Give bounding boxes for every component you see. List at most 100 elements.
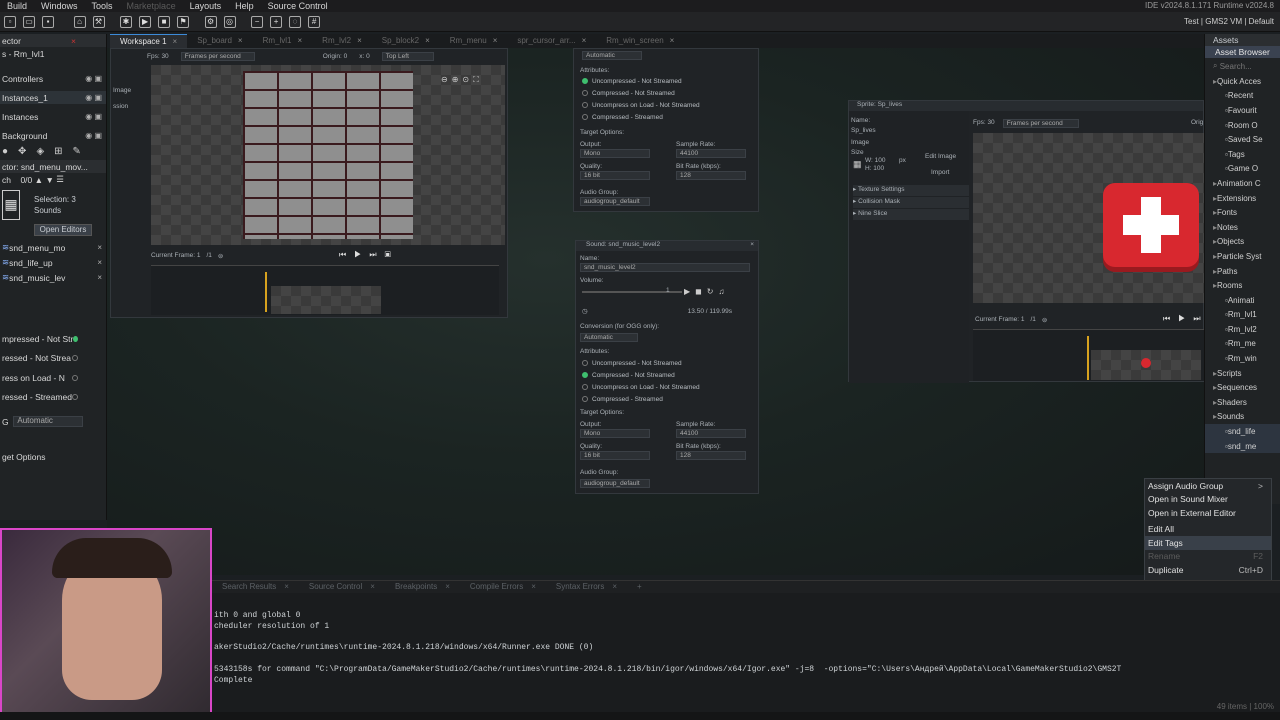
asset-tree-item[interactable]: ▸ Animation C: [1205, 176, 1280, 191]
audio-group-select[interactable]: audiogroup_default: [580, 197, 650, 206]
sample-rate-select[interactable]: 44100: [676, 429, 746, 438]
playhead[interactable]: [1087, 336, 1089, 380]
assets-tab[interactable]: Assets: [1205, 34, 1280, 46]
tab-rm-menu[interactable]: Rm_menu ×: [440, 34, 508, 48]
resize-icon[interactable]: ▦: [853, 159, 862, 170]
output-select[interactable]: Mono: [580, 149, 650, 158]
bitrate-select[interactable]: 128: [676, 171, 746, 180]
asset-tree-item[interactable]: ▸ Fonts: [1205, 205, 1280, 220]
radio-button[interactable]: [582, 384, 588, 390]
preview-icon[interactable]: ▣: [385, 250, 399, 259]
layer-instances[interactable]: Instances ◉ ▣: [0, 110, 106, 123]
open-editors-button[interactable]: Open Editors: [34, 224, 92, 236]
attribute-option[interactable]: Compressed - Streamed: [582, 393, 700, 405]
menu-item-layouts[interactable]: Layouts: [183, 1, 229, 11]
sound-list-item[interactable]: ≋ snd_menu_mo ×: [0, 240, 106, 255]
zoom-in-icon[interactable]: ⊕: [452, 75, 463, 84]
target-icon[interactable]: ◎: [223, 16, 236, 28]
eye-icon[interactable]: ◉ ▣: [85, 112, 102, 121]
tab-spr-cursor-arr-[interactable]: spr_cursor_arr... ×: [507, 34, 596, 48]
attribute-option[interactable]: ressed - Not Strea: [0, 349, 106, 369]
output-tab[interactable]: Syntax Errors ×: [546, 581, 627, 593]
texture-settings-section[interactable]: ▸ Texture Settings: [853, 185, 969, 196]
eye-icon[interactable]: ◉ ▣: [85, 74, 102, 83]
attribute-option[interactable]: Compressed - Not Streamed: [582, 369, 700, 381]
delete-layer-icon[interactable]: ●: [2, 146, 8, 157]
asset-tree-item[interactable]: ▫ Room O: [1205, 118, 1280, 133]
save-icon[interactable]: ▪: [42, 16, 54, 28]
down-icon[interactable]: ▼: [45, 175, 53, 185]
asset-tree-item[interactable]: ▸ Sounds: [1205, 410, 1280, 425]
asset-tree-item[interactable]: ▫ snd_life: [1205, 424, 1280, 439]
asset-tree-item[interactable]: ▫ Animati: [1205, 293, 1280, 308]
play-icon[interactable]: ▶: [684, 287, 695, 296]
close-icon[interactable]: ×: [97, 243, 102, 252]
output-tab[interactable]: Breakpoints ×: [385, 581, 460, 593]
attribute-option[interactable]: Compressed - Not Streamed: [582, 87, 700, 99]
run-icon[interactable]: ▶: [139, 16, 152, 28]
conversion-select[interactable]: Automatic: [13, 416, 84, 427]
build-icon[interactable]: ⚒: [92, 16, 105, 28]
tab-workspace-1[interactable]: Workspace 1 ×: [110, 34, 188, 48]
menu-open-in-sound-mixer[interactable]: Open in Sound Mixer: [1145, 493, 1271, 507]
settings-icon[interactable]: ⚙: [204, 16, 217, 28]
zoom-fit-icon[interactable]: ⊙: [462, 75, 473, 84]
open-icon[interactable]: ▭: [23, 16, 35, 28]
timeline[interactable]: [151, 265, 499, 315]
attribute-option[interactable]: Uncompress on Load - Not Streamed: [582, 381, 700, 393]
stop-icon[interactable]: ■: [158, 16, 171, 28]
menu-assign-audio-group[interactable]: Assign Audio Group >: [1145, 479, 1271, 493]
close-icon[interactable]: ×: [298, 36, 303, 46]
menu-open-in-external-editor[interactable]: Open in External Editor: [1145, 506, 1271, 520]
fps-mode-select[interactable]: Frames per second: [180, 51, 255, 61]
zoom-out-icon[interactable]: −: [251, 16, 264, 28]
asset-tree-item[interactable]: ▫ Tags: [1205, 147, 1280, 162]
quality-select[interactable]: 16 bit: [580, 451, 650, 460]
clean-icon[interactable]: ⌂: [73, 16, 86, 28]
layer-instances-1[interactable]: Instances_1 ◉ ▣: [0, 91, 106, 104]
asset-tree-item[interactable]: ▫ Saved Se: [1205, 132, 1280, 147]
edit-image-button[interactable]: Edit Image: [925, 153, 956, 160]
close-icon[interactable]: ×: [97, 258, 102, 267]
next-frame-icon[interactable]: ⏭: [369, 250, 384, 259]
asset-tree-item[interactable]: ▸ Sequences: [1205, 380, 1280, 395]
close-icon[interactable]: ×: [425, 36, 430, 46]
import-button[interactable]: Import: [931, 169, 949, 176]
layer-controllers[interactable]: Controllers ◉ ▣: [0, 72, 106, 85]
attribute-option[interactable]: ressed - Streamed: [0, 388, 106, 408]
menu-icon[interactable]: ☰: [56, 174, 64, 185]
play-icon[interactable]: ▶: [354, 250, 369, 259]
attribute-option[interactable]: Uncompress on Load - Not Streamed: [582, 99, 700, 111]
clean-build-icon[interactable]: ⚑: [177, 16, 190, 28]
prev-frame-icon[interactable]: ⏮: [339, 250, 354, 259]
menu-item-source-control[interactable]: Source Control: [261, 1, 335, 11]
output-tab[interactable]: Compile Errors ×: [460, 581, 546, 593]
attribute-option[interactable]: ress on Load - N: [0, 368, 106, 388]
output-tab[interactable]: Source Control ×: [299, 581, 385, 593]
asset-tree-item[interactable]: ▸ Extensions: [1205, 191, 1280, 206]
conversion-select[interactable]: Automatic: [580, 333, 638, 342]
mute-icon[interactable]: ♫: [719, 287, 730, 296]
tab-rm-lvl2[interactable]: Rm_lvl2 ×: [312, 34, 372, 48]
asset-tree-item[interactable]: ▫ Rm_lvl1: [1205, 308, 1280, 323]
menu-duplicate[interactable]: Duplicate Ctrl+D: [1145, 563, 1271, 577]
radio-button[interactable]: [72, 374, 78, 381]
loop-icon[interactable]: ⊚: [218, 252, 223, 260]
menu-item-marketplace[interactable]: Marketplace: [120, 1, 183, 11]
bitrate-select[interactable]: 128: [676, 451, 746, 460]
inspector-selector[interactable]: ctor: snd_menu_mov...: [0, 160, 106, 173]
origin-select[interactable]: Top Left: [381, 51, 434, 61]
asset-search[interactable]: ⌕ Search...: [1205, 58, 1280, 74]
close-icon[interactable]: ×: [284, 582, 289, 592]
add-tab-icon[interactable]: +: [627, 581, 652, 593]
loop-icon[interactable]: ↻: [707, 287, 719, 296]
grid-icon[interactable]: #: [308, 16, 321, 28]
add-icon[interactable]: ⊞: [54, 146, 62, 157]
asset-tree-item[interactable]: ▸ Scripts: [1205, 366, 1280, 381]
attribute-option[interactable]: Uncompressed - Not Streamed: [582, 357, 700, 369]
play-icon[interactable]: ▶: [1178, 314, 1193, 323]
eye-icon[interactable]: ◉ ▣: [85, 93, 102, 102]
radio-button[interactable]: [73, 335, 78, 342]
conversion-select[interactable]: Automatic: [582, 51, 642, 60]
radio-button[interactable]: [582, 102, 588, 108]
